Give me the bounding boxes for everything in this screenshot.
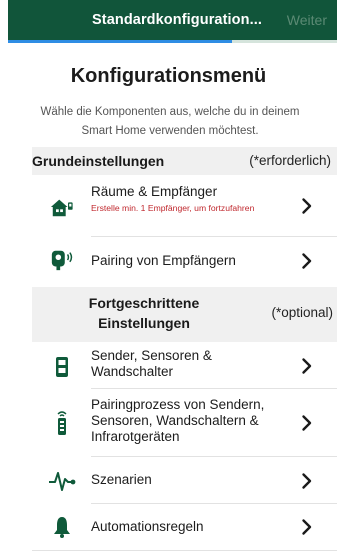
menu-item-senders-sensors[interactable]: Sender, Sensoren & Wandschalter <box>32 342 337 389</box>
menu-item-pairing-process[interactable]: Pairingprozess von Sendern, Sensoren, Wa… <box>32 389 337 457</box>
menu-item-label: Räume & Empfänger <box>91 184 218 199</box>
remote-signal-icon <box>50 411 74 435</box>
menu-item-automation-rules[interactable]: Automationsregeln <box>32 504 337 550</box>
menu-item-warning: Erstelle min. 1 Empfänger, um fortzufahr… <box>91 203 255 213</box>
pulse-icon <box>47 469 77 493</box>
bell-icon <box>50 515 74 539</box>
house-sensor-icon <box>50 195 74 219</box>
intro-text: Wähle die Komponenten aus, welche du in … <box>40 106 300 137</box>
section-header-basic: Grundeinstellungen (*erforderlich) <box>32 147 337 175</box>
section-note-optional: (*optional) <box>271 305 333 320</box>
chevron-right-icon <box>301 197 313 215</box>
section-title-advanced: Fortgeschrittene Einstellungen <box>88 295 200 331</box>
chevron-right-icon <box>301 357 313 375</box>
section-title-basic: Grundeinstellungen <box>32 153 165 169</box>
wall-switch-icon <box>50 355 74 379</box>
section-note-required: (*erforderlich) <box>249 153 331 168</box>
menu-item-rooms-receivers[interactable]: Räume & Empfänger Erstelle min. 1 Empfän… <box>32 177 337 237</box>
pairing-plug-icon <box>50 248 74 272</box>
progress-bar-fill <box>8 40 232 43</box>
chevron-right-icon <box>301 414 313 432</box>
menu-item-label: Automationsregeln <box>91 519 204 534</box>
section-header-advanced: Fortgeschrittene Einstellungen (*optiona… <box>32 287 337 342</box>
chevron-right-icon <box>301 472 313 490</box>
menu-item-label: Pairing von Empfängern <box>91 253 236 268</box>
menu-item-scenarios[interactable]: Szenarien <box>32 457 337 504</box>
chevron-right-icon <box>301 518 313 536</box>
next-button[interactable]: Weiter <box>287 0 327 40</box>
page-title: Konfigurationsmenü <box>70 65 267 87</box>
menu-item-label: Pairingprozess von Sendern, Sensoren, Wa… <box>91 397 265 444</box>
menu-item-pairing-receivers[interactable]: Pairing von Empfängern <box>32 237 337 285</box>
progress-bar <box>8 40 337 43</box>
header-title: Standardkonfiguration... <box>92 12 262 28</box>
menu-item-label: Sender, Sensoren & Wandschalter <box>91 348 212 379</box>
divider <box>32 550 337 551</box>
top-navigation-bar: Standardkonfiguration... Weiter <box>8 0 337 43</box>
chevron-right-icon <box>301 252 313 270</box>
menu-item-label: Szenarien <box>91 472 152 487</box>
